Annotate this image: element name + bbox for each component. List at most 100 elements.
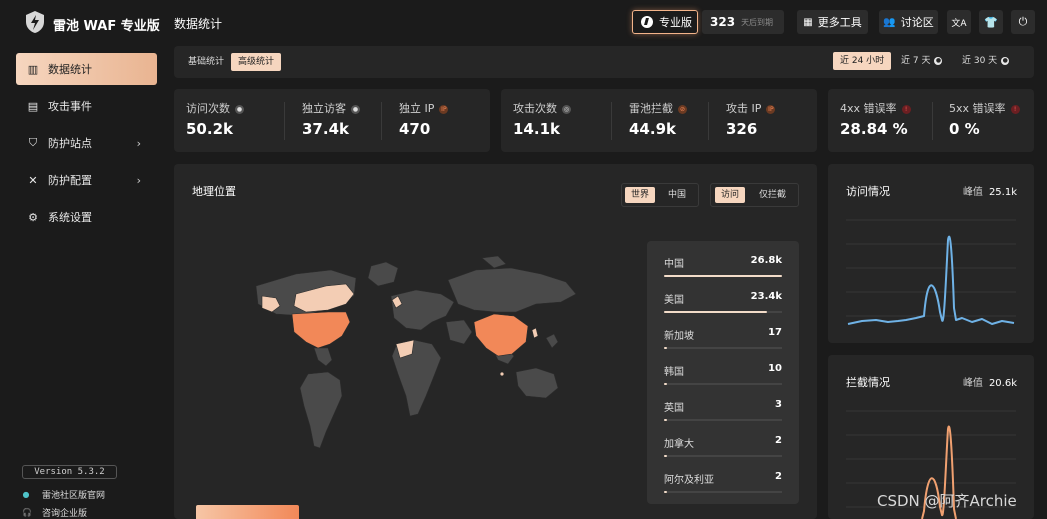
blocks-label: 雷池拦截 ⊘ <box>629 100 687 116</box>
target-icon: ◎ <box>562 105 571 114</box>
map-region-usa <box>292 312 350 348</box>
country-bar-fill <box>664 383 667 385</box>
divider <box>381 102 382 140</box>
range-7d-button[interactable]: 近 7 天● <box>894 52 949 70</box>
mode-visit-button[interactable]: 访问 <box>715 187 745 203</box>
country-name: 美国 <box>664 291 684 306</box>
world-map[interactable] <box>236 256 586 456</box>
attacks-label-text: 攻击次数 <box>513 102 557 115</box>
sidebar-item-label: 防护站点 <box>48 135 92 151</box>
ip-icon: IP <box>439 105 448 114</box>
ip-icon: IP <box>766 105 775 114</box>
error-4xx-label: 4xx 错误率! <box>840 100 911 116</box>
error-5xx-label-text: 5xx 错误率 <box>949 102 1006 115</box>
sidebar-item-label: 防护配置 <box>48 172 92 188</box>
logout-button[interactable]: ⏻ <box>1011 10 1035 34</box>
mode-block-button[interactable]: 仅拦截 <box>753 187 792 203</box>
country-value: 3 <box>775 399 782 410</box>
scope-china-button[interactable]: 中国 <box>662 187 692 203</box>
map-region-korea <box>532 328 538 338</box>
visits-sparkline <box>842 208 1020 332</box>
visits-label-text: 访问次数 <box>186 102 230 115</box>
scope-world-button[interactable]: 世界 <box>625 187 655 203</box>
grid-icon: ▦ <box>803 17 812 28</box>
community-link[interactable]: ● 雷池社区版官网 <box>22 488 105 501</box>
users-icon: ● <box>351 105 360 114</box>
sidebar-item-system-settings[interactable]: ⚙ 系统设置 <box>16 201 157 233</box>
visits-value: 50.2k <box>186 120 233 138</box>
range-30d-button[interactable]: 近 30 天 ● <box>955 52 1016 70</box>
visits-label: 访问次数● <box>186 100 244 116</box>
dot-icon: ● <box>22 490 30 499</box>
unique-ip-label-text: 独立 IP <box>399 102 434 115</box>
attack-ip-value: 326 <box>726 120 757 138</box>
more-tools-button[interactable]: ▦ 更多工具 <box>797 10 868 34</box>
map-region-china <box>474 314 528 356</box>
sidebar: ▥ 数据统计 ▤ 攻击事件 ⛉ 防护站点 › ✕ 防护配置 › ⚙ 系统设置 <box>0 46 166 519</box>
enterprise-link-label: 咨询企业版 <box>42 506 87 519</box>
visits-chart-panel: 访问情况 峰值25.1k <box>828 164 1034 343</box>
tab-basic-stats[interactable]: 基础统计 <box>181 53 231 71</box>
country-ranking: 中国 26.8k 美国 23.4k 新加坡 17 韩国 10 英国 3 加拿大 … <box>647 241 799 504</box>
logout-icon: ⏻ <box>1019 15 1028 29</box>
lock-icon: ● <box>1001 57 1009 65</box>
sidebar-item-protected-sites[interactable]: ⛉ 防护站点 › <box>16 127 157 159</box>
mode-toggle: 访问 仅拦截 <box>710 183 799 207</box>
error-4xx-value: 28.84 % <box>840 120 908 138</box>
sidebar-item-attack-events[interactable]: ▤ 攻击事件 <box>16 90 157 122</box>
peak-label: 峰值 <box>963 187 983 198</box>
discussion-label: 讨论区 <box>901 14 934 30</box>
error-5xx-label: 5xx 错误率! <box>949 100 1020 116</box>
country-bar-fill <box>664 455 667 457</box>
country-name: 英国 <box>664 399 684 414</box>
peak-value: 25.1k <box>989 187 1017 198</box>
unique-ip-value: 470 <box>399 120 430 138</box>
country-value: 10 <box>768 363 782 374</box>
sidebar-item-protection-config[interactable]: ✕ 防护配置 › <box>16 164 157 196</box>
sidebar-item-statistics[interactable]: ▥ 数据统计 <box>16 53 157 85</box>
country-bar-fill <box>664 347 667 349</box>
tab-advanced-stats[interactable]: 高级统计 <box>231 53 281 71</box>
tools-icon: ✕ <box>27 174 39 187</box>
blocks-label-text: 雷池拦截 <box>629 102 673 115</box>
shirt-icon: 👕 <box>984 16 998 29</box>
country-bar-track <box>664 311 782 313</box>
unique-ip-label: 独立 IP IP <box>399 100 448 116</box>
range-30d-label: 近 30 天 <box>962 56 997 66</box>
license-expiry: 323 天后到期 <box>702 10 784 34</box>
map-color-legend <box>196 505 299 519</box>
pro-badge-label: 专业版 <box>659 14 692 30</box>
people-icon: 👥 <box>883 17 895 28</box>
country-bar-fill <box>664 419 667 421</box>
chevron-right-icon: › <box>137 137 141 150</box>
range-24h-button[interactable]: 近 24 小时 <box>833 52 891 70</box>
peak-value: 20.6k <box>989 378 1017 389</box>
document-alert-icon: ▤ <box>27 100 39 113</box>
country-bar-track <box>664 491 782 493</box>
community-link-label: 雷池社区版官网 <box>42 488 105 501</box>
country-name: 新加坡 <box>664 327 694 342</box>
more-tools-label: 更多工具 <box>818 14 862 30</box>
error-4xx-label-text: 4xx 错误率 <box>840 102 897 115</box>
attack-ip-label: 攻击 IPIP <box>726 100 775 116</box>
translate-icon: 文A <box>951 16 966 29</box>
shield-icon: ⛉ <box>27 136 39 150</box>
unique-visitors-label-text: 独立访客 <box>302 102 346 115</box>
blocks-peak: 峰值20.6k <box>963 374 1017 389</box>
country-name: 中国 <box>664 255 684 270</box>
block-icon: ⊘ <box>678 105 687 114</box>
alert-icon: ! <box>902 105 911 114</box>
discussion-button[interactable]: 👥 讨论区 <box>879 10 938 34</box>
country-value: 23.4k <box>751 291 782 302</box>
map-region-singapore <box>500 372 503 375</box>
alert-icon: ! <box>1011 105 1020 114</box>
language-button[interactable]: 文A <box>947 10 971 34</box>
lightning-icon <box>641 16 653 28</box>
pro-badge-button[interactable]: 专业版 <box>632 10 698 34</box>
divider <box>708 102 709 140</box>
unique-visitors-label: 独立访客 ● <box>302 100 360 116</box>
bar-chart-icon: ▥ <box>27 63 39 76</box>
enterprise-link[interactable]: 🎧 咨询企业版 <box>22 506 87 519</box>
error-rate-card: 4xx 错误率! 28.84 % 5xx 错误率! 0 % <box>828 89 1034 152</box>
theme-button[interactable]: 👕 <box>979 10 1003 34</box>
